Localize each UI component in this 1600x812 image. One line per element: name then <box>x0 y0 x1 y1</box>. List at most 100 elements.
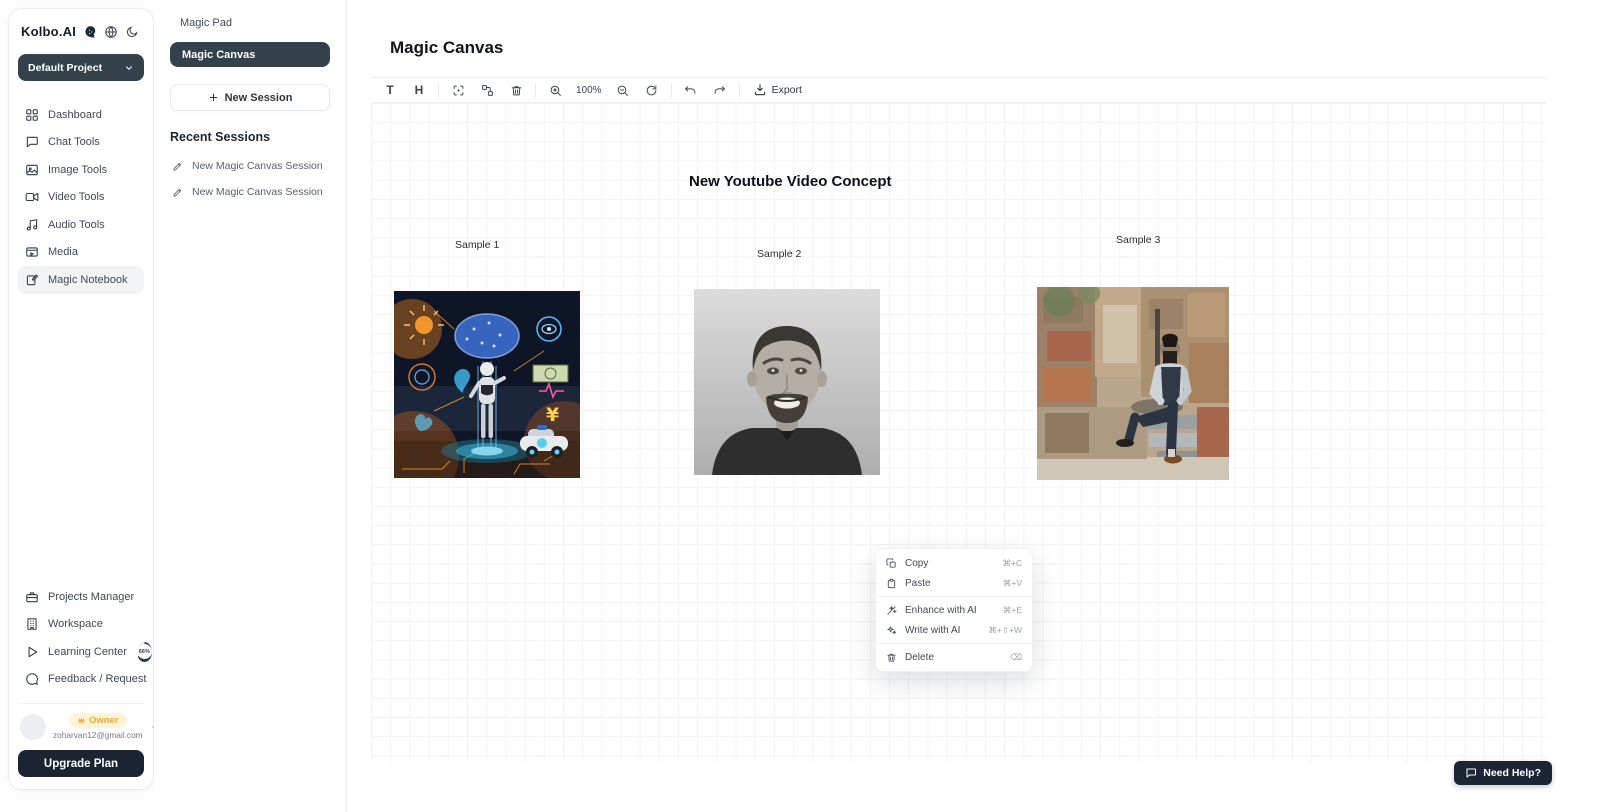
user-email: zoharvan12@gmail.com <box>53 730 143 740</box>
context-menu-shortcut: ⌘+V <box>1003 578 1022 589</box>
image-icon <box>25 163 39 177</box>
session-list-item[interactable]: New Magic Canvas Session <box>170 153 330 179</box>
music-note-icon <box>25 218 39 232</box>
reset-view-button[interactable] <box>642 80 662 100</box>
video-camera-icon <box>25 190 39 204</box>
sidebar-item-label: Learning Center <box>48 646 127 658</box>
user-profile[interactable]: Owner zoharvan12@gmail.com <box>18 703 144 750</box>
redo-icon <box>713 84 726 97</box>
language-globe-icon[interactable] <box>104 25 118 39</box>
feedback-bubble-icon <box>25 672 39 686</box>
play-icon <box>25 645 39 659</box>
briefcase-icon <box>25 590 39 604</box>
context-menu-shortcut: ⌘+C <box>1002 558 1022 569</box>
sample-3-label[interactable]: Sample 3 <box>1116 234 1160 246</box>
canvas-heading[interactable]: New Youtube Video Concept <box>689 173 892 190</box>
sidebar-item-audio-tools[interactable]: Audio Tools <box>18 211 144 239</box>
tab-magic-canvas[interactable]: Magic Canvas <box>170 42 330 67</box>
project-selector-label: Default Project <box>28 62 102 74</box>
owner-badge: Owner <box>69 713 127 728</box>
sidebar-item-label: Workspace <box>48 618 103 630</box>
undo-icon <box>684 84 697 97</box>
sample-2-label[interactable]: Sample 2 <box>757 248 801 260</box>
upgrade-plan-button[interactable]: Upgrade Plan <box>18 750 144 777</box>
heading-tool-button[interactable]: H <box>409 80 429 100</box>
reset-rotate-icon <box>645 84 658 97</box>
ai-select-button[interactable] <box>448 80 468 100</box>
context-menu-delete[interactable]: Delete ⌫ <box>876 647 1032 667</box>
notebook-pencil-icon <box>25 273 39 287</box>
context-menu: Copy ⌘+C Paste ⌘+V Enhance with AI ⌘+E W… <box>875 548 1033 672</box>
sample-image-portrait[interactable] <box>694 289 880 475</box>
download-icon <box>753 83 767 97</box>
sidebar-item-label: Media <box>48 246 78 258</box>
sidebar-item-projects-manager[interactable]: Projects Manager <box>18 583 144 611</box>
brain-logo-icon <box>83 25 97 39</box>
sample-image-ai-collage[interactable]: ¥ <box>394 291 580 478</box>
text-tool-button[interactable]: T <box>380 80 400 100</box>
tab-magic-pad[interactable]: Magic Pad <box>170 15 330 42</box>
sidebar-item-feedback-request[interactable]: Feedback / Request <box>18 666 144 694</box>
magic-wand-icon <box>886 605 897 616</box>
crown-icon <box>77 716 86 725</box>
redo-button[interactable] <box>710 80 730 100</box>
sample-image-ruins[interactable] <box>1037 287 1229 480</box>
sidebar-item-label: Chat Tools <box>48 136 100 148</box>
upgrade-plan-label: Upgrade Plan <box>44 758 118 770</box>
logo-row: Kolbo.AI <box>18 21 144 54</box>
magic-canvas-grid[interactable]: New Youtube Video Concept Sample 1 Sampl… <box>371 103 1546 762</box>
brand-logo: Kolbo.AI <box>21 24 76 39</box>
context-menu-paste[interactable]: Paste ⌘+V <box>876 573 1032 593</box>
help-chat-icon <box>1465 767 1477 779</box>
sidebar-item-label: Video Tools <box>48 191 104 203</box>
toolbar-divider <box>739 83 740 98</box>
user-meta: Owner zoharvan12@gmail.com <box>53 713 143 740</box>
export-button[interactable]: Export <box>753 83 802 97</box>
sidebar-item-dashboard[interactable]: Dashboard <box>18 101 144 129</box>
sidebar: Kolbo.AI Default Project Dashboard Chat … <box>8 8 154 790</box>
context-menu-label: Delete <box>905 652 934 663</box>
sidebar-item-image-tools[interactable]: Image Tools <box>18 156 144 184</box>
chat-bubble-icon <box>25 135 39 149</box>
sidebar-item-media[interactable]: Media <box>18 239 144 267</box>
svg-text:¥: ¥ <box>546 404 559 426</box>
toolbar-divider <box>438 83 439 98</box>
zoom-out-button[interactable] <box>613 80 633 100</box>
sidebar-item-video-tools[interactable]: Video Tools <box>18 184 144 212</box>
toolbar-divider <box>535 83 536 98</box>
context-menu-enhance-with-ai[interactable]: Enhance with AI ⌘+E <box>876 600 1032 620</box>
copy-icon <box>886 558 897 569</box>
avatar <box>20 714 46 740</box>
context-menu-label: Paste <box>905 578 931 589</box>
sidebar-item-workspace[interactable]: Workspace <box>18 611 144 639</box>
zoom-level: 100% <box>574 85 604 96</box>
session-list-item[interactable]: New Magic Canvas Session <box>170 179 330 205</box>
sidebar-item-magic-notebook[interactable]: Magic Notebook <box>18 266 144 294</box>
sidebar-item-learning-center[interactable]: Learning Center 66% <box>18 638 144 666</box>
sample-1-label[interactable]: Sample 1 <box>455 239 499 251</box>
sidebar-item-label: Projects Manager <box>48 591 134 603</box>
context-menu-copy[interactable]: Copy ⌘+C <box>876 553 1032 573</box>
project-selector[interactable]: Default Project <box>18 54 144 81</box>
sidebar-item-chat-tools[interactable]: Chat Tools <box>18 129 144 157</box>
flow-icon <box>481 84 494 97</box>
dashboard-icon <box>25 108 39 122</box>
chevron-down-icon <box>124 63 134 73</box>
context-menu-write-with-ai[interactable]: Write with AI ⌘+⇧+W <box>876 620 1032 640</box>
dark-mode-moon-icon[interactable] <box>125 25 139 39</box>
need-help-button[interactable]: Need Help? <box>1454 761 1552 785</box>
context-menu-divider <box>876 596 1032 597</box>
zoom-in-button[interactable] <box>545 80 565 100</box>
context-menu-label: Write with AI <box>905 625 960 636</box>
undo-button[interactable] <box>681 80 701 100</box>
new-session-button[interactable]: New Session <box>170 84 330 111</box>
context-menu-divider <box>876 643 1032 644</box>
delete-tool-button[interactable] <box>506 80 526 100</box>
context-menu-label: Copy <box>905 558 928 569</box>
flow-connector-button[interactable] <box>477 80 497 100</box>
pencil-icon <box>172 187 183 198</box>
zoom-out-icon <box>616 84 629 97</box>
page-title: Magic Canvas <box>390 38 503 58</box>
context-menu-shortcut: ⌘+⇧+W <box>988 625 1022 636</box>
sidebar-item-label: Image Tools <box>48 164 107 176</box>
